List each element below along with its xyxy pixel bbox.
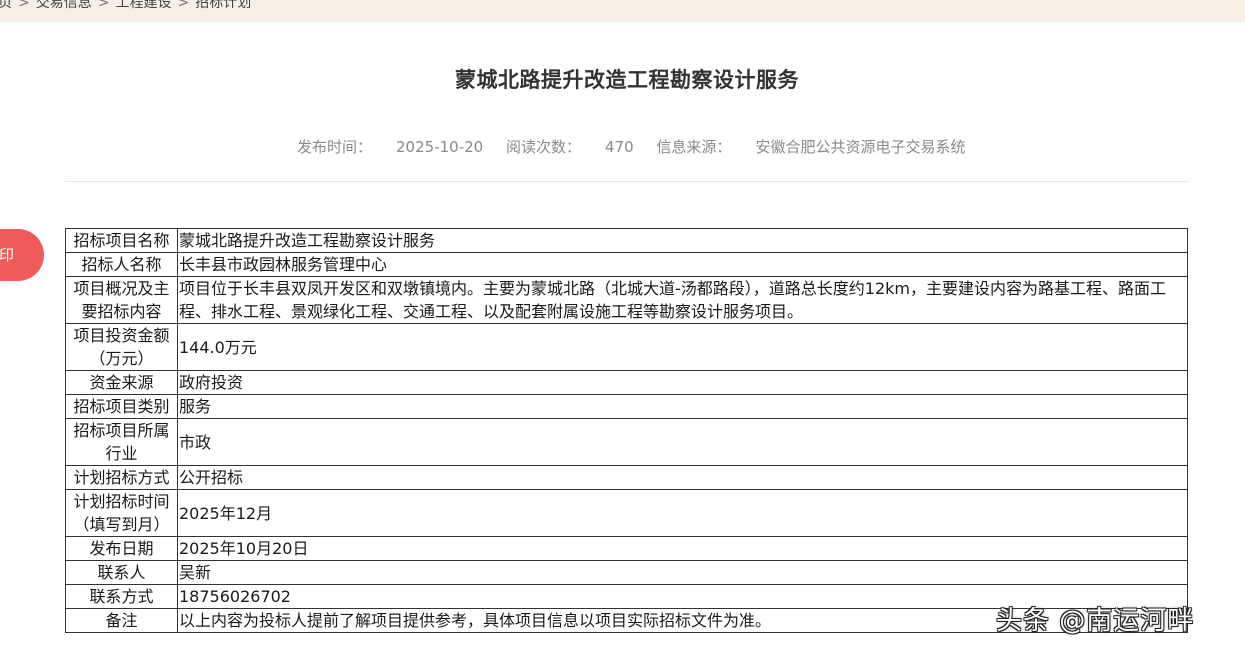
row-value-industry: 市政 <box>177 418 1188 466</box>
row-key-contact: 联系人 <box>65 560 178 585</box>
table-row: 招标项目所属行业 市政 <box>65 418 1188 466</box>
read-count-value: 470 <box>605 138 634 156</box>
tender-info-table: 招标项目名称 蒙城北路提升改造工程勘察设计服务 招标人名称 长丰县市政园林服务管… <box>65 228 1188 633</box>
row-value-fund-source: 政府投资 <box>177 370 1188 395</box>
info-source-label: 信息来源： <box>656 138 732 156</box>
row-key-plan-time: 计划招标时间（填写到月） <box>65 489 178 537</box>
row-value-overview: 项目位于长丰县双凤开发区和双墩镇境内。主要为蒙城北路（北城大道-汤都路段），道路… <box>177 276 1188 324</box>
table-row: 项目投资金额（万元） 144.0万元 <box>65 323 1188 371</box>
breadcrumb-separator: > <box>18 0 30 11</box>
row-value-project-name: 蒙城北路提升改造工程勘察设计服务 <box>177 228 1188 253</box>
page-title: 蒙城北路提升改造工程勘察设计服务 <box>455 68 799 92</box>
breadcrumb-bar: 页 > 交易信息 > 工程建设 > 招标计划 <box>0 0 1245 22</box>
table-row: 招标人名称 长丰县市政园林服务管理中心 <box>65 252 1188 277</box>
breadcrumb-item-engineering[interactable]: 工程建设 <box>115 0 171 11</box>
breadcrumb-separator: > <box>177 0 190 11</box>
row-value-method: 公开招标 <box>177 465 1188 490</box>
table-row: 项目概况及主要招标内容 项目位于长丰县双凤开发区和双墩镇境内。主要为蒙城北路（北… <box>65 276 1188 324</box>
table-row: 招标项目名称 蒙城北路提升改造工程勘察设计服务 <box>65 228 1188 253</box>
row-value-publish-date: 2025年10月20日 <box>177 536 1188 561</box>
row-key-investment: 项目投资金额（万元） <box>65 323 178 371</box>
print-tab-button[interactable]: 印 <box>0 229 44 281</box>
row-key-phone: 联系方式 <box>65 584 178 609</box>
table-row: 计划招标方式 公开招标 <box>65 465 1188 490</box>
breadcrumb: 页 > 交易信息 > 工程建设 > 招标计划 <box>0 0 251 12</box>
publish-time-value: 2025-10-20 <box>396 138 484 156</box>
row-key-overview: 项目概况及主要招标内容 <box>65 276 178 324</box>
row-key-remark: 备注 <box>65 608 178 633</box>
info-source-value: 安徽合肥公共资源电子交易系统 <box>755 138 966 156</box>
row-key-industry: 招标项目所属行业 <box>65 418 178 466</box>
row-value-tenderer: 长丰县市政园林服务管理中心 <box>177 252 1188 277</box>
row-key-method: 计划招标方式 <box>65 465 178 490</box>
breadcrumb-item-tender-plan[interactable]: 招标计划 <box>195 0 251 11</box>
table-row: 计划招标时间（填写到月） 2025年12月 <box>65 489 1188 537</box>
row-value-category: 服务 <box>177 394 1188 419</box>
row-value-plan-time: 2025年12月 <box>177 489 1188 537</box>
table-row: 联系人 吴新 <box>65 560 1188 585</box>
header-divider <box>65 181 1189 182</box>
row-key-project-name: 招标项目名称 <box>65 228 178 253</box>
row-value-investment: 144.0万元 <box>177 323 1188 371</box>
article-meta: 发布时间： 2025-10-20 阅读次数： 470 信息来源： 安徽合肥公共资源电子… <box>297 136 983 157</box>
row-key-publish-date: 发布日期 <box>65 536 178 561</box>
breadcrumb-item-home[interactable]: 页 <box>0 0 12 11</box>
table-row: 发布日期 2025年10月20日 <box>65 536 1188 561</box>
watermark-text: 头条 @南运河畔 <box>996 606 1195 636</box>
table-row: 招标项目类别 服务 <box>65 394 1188 419</box>
table-row: 资金来源 政府投资 <box>65 370 1188 395</box>
row-key-tenderer: 招标人名称 <box>65 252 178 277</box>
breadcrumb-separator: > <box>97 0 110 11</box>
row-value-contact: 吴新 <box>177 560 1188 585</box>
row-key-category: 招标项目类别 <box>65 394 178 419</box>
publish-time-label: 发布时间： <box>297 138 373 156</box>
breadcrumb-item-trade-info[interactable]: 交易信息 <box>36 0 92 11</box>
row-key-fund-source: 资金来源 <box>65 370 178 395</box>
read-count-label: 阅读次数： <box>505 138 581 156</box>
